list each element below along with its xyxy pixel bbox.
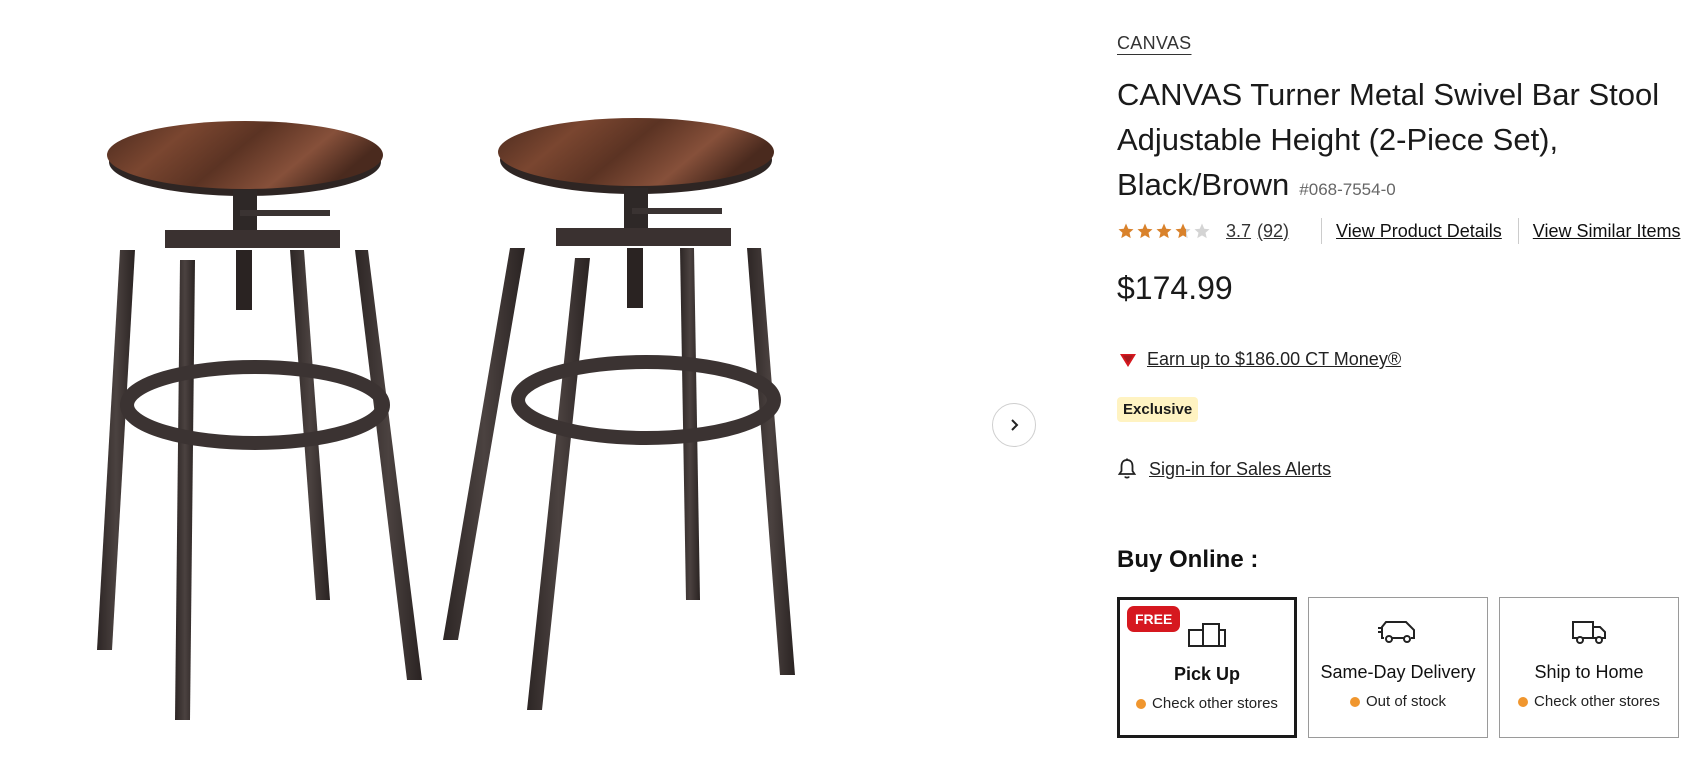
product-info: CANVAS CANVAS Turner Metal Swivel Bar St… [1117,0,1697,761]
shipping-truck-icon [1572,621,1606,644]
brand-link[interactable]: CANVAS [1117,33,1192,54]
product-price: $174.99 [1117,270,1233,306]
fulfillment-options: FREE Pick Up Check other stores Same-Day… [1117,597,1679,738]
review-count-link[interactable]: (92) [1257,221,1289,242]
star-rating [1117,222,1211,240]
option-ship-to-home[interactable]: Ship to Home Check other stores [1499,597,1679,738]
buy-online-heading: Buy Online : [1117,546,1259,573]
product-title: CANVAS Turner Metal Swivel Bar Stool Adj… [1117,72,1687,212]
star-icon [1156,223,1172,239]
option-label: Ship to Home [1534,662,1644,682]
shipping-icon-wrap [1569,614,1609,650]
pickup-icon [1188,623,1226,647]
delivery-van-icon [1378,621,1415,643]
stool-left [97,121,422,720]
exclusive-badge: Exclusive [1117,397,1199,422]
option-status-text: Out of stock [1365,693,1447,710]
star-empty-icon [1194,223,1210,239]
status-dot [1136,698,1147,709]
view-similar-items-link[interactable]: View Similar Items [1533,221,1681,242]
product-image [97,118,795,720]
rating-value-link[interactable]: 3.7 [1226,221,1251,242]
sign-in-sales-alerts-link[interactable]: Sign-in for Sales Alerts [1149,459,1331,480]
star-icon [1118,223,1134,239]
divider [1517,218,1519,244]
status-dot [1518,696,1529,707]
option-status: Check other stores [1518,693,1660,710]
status-dot [1349,696,1360,707]
option-same-day-delivery[interactable]: Same-Day Delivery Out of stock [1308,597,1488,738]
chevron-right-icon [1011,419,1019,431]
option-pick-up[interactable]: FREE Pick Up Check other stores [1117,597,1297,738]
free-badge: FREE [1127,606,1181,632]
delivery-icon-wrap [1378,614,1418,650]
image-gallery [0,0,1060,761]
stool-right [443,118,795,710]
rating-row: 3.7 (92) View Product Details View Simil… [1117,218,1681,244]
option-label: Same-Day Delivery [1320,662,1476,682]
option-status-text: Check other stores [1534,693,1660,710]
ct-money-link[interactable]: Earn up to $186.00 CT Money® [1147,349,1401,370]
star-icon [1137,223,1153,239]
option-status-text: Check other stores [1152,695,1278,712]
sales-alerts-row: Sign-in for Sales Alerts [1117,458,1331,480]
ct-money-row: Earn up to $186.00 CT Money® [1119,349,1401,370]
option-status: Out of stock [1349,693,1447,710]
star-half-icon [1175,223,1191,239]
option-label: Pick Up [1173,664,1241,684]
product-sku: #068-7554-0 [1299,180,1396,199]
divider [1321,218,1323,244]
pickup-icon-wrap [1187,616,1227,652]
bell-icon [1117,458,1137,479]
option-status: Check other stores [1136,695,1278,712]
next-image-button[interactable] [992,403,1036,447]
view-product-details-link[interactable]: View Product Details [1336,221,1502,242]
ct-triangle-icon [1120,353,1136,367]
